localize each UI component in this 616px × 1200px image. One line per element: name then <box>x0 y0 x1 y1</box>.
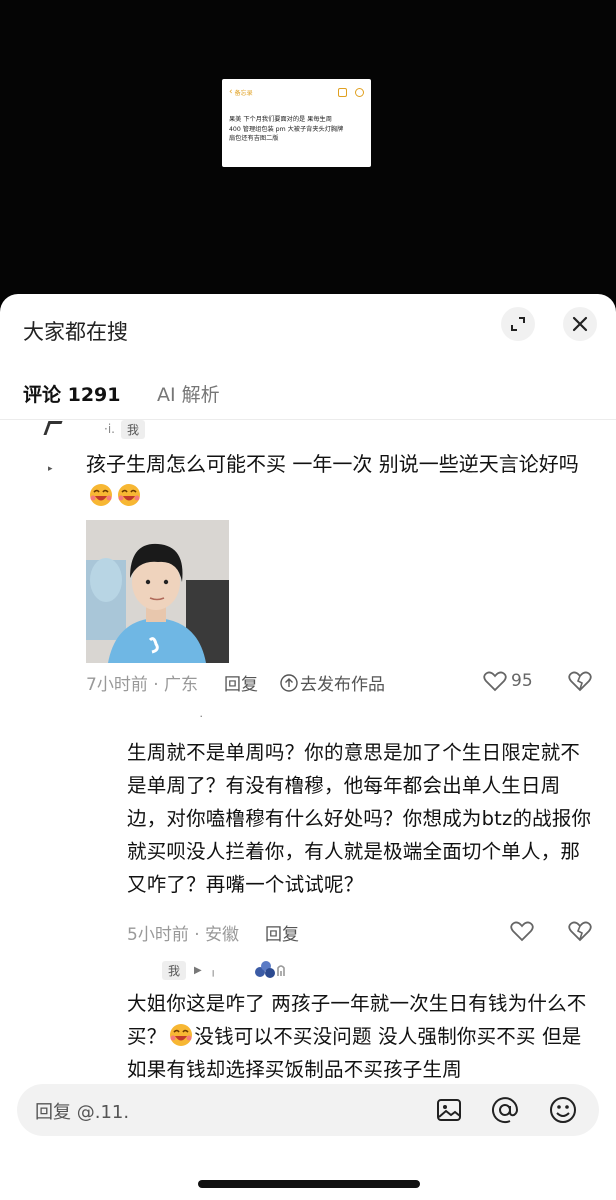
reply-button[interactable]: 回复 <box>224 670 258 695</box>
comment-header: 我 ▶ ╷ <box>162 960 288 980</box>
like-button[interactable]: 95 <box>483 670 533 692</box>
memo-screenshot: ‹ 备忘录 果美 下个月我们要面对的是 果每生周 400 管理组包装 pm 大被… <box>222 79 371 167</box>
home-indicator[interactable] <box>198 1180 420 1188</box>
comment-time: 5小时前 · 安徽 <box>127 925 240 945</box>
comment-text: 孩子生周怎么可能不买 一年一次 别说一些逆天言论好吗 <box>86 448 586 512</box>
emoji-icon[interactable] <box>549 1096 577 1124</box>
memo-back: ‹ 备忘录 <box>229 86 253 97</box>
dislike-button[interactable] <box>568 670 592 692</box>
upload-icon <box>280 673 298 692</box>
laughing-emoji-icon <box>116 483 142 507</box>
heart-icon <box>510 921 534 942</box>
reply-input-bar: 回复 @.11. <box>0 1084 616 1200</box>
comment-text: 生周就不是单周吗？你的意思是加了个生日限定就不是单周了？有没有橹穆，他每年都会出… <box>127 741 592 896</box>
comment-time: 7小时前 · 广东 <box>86 675 199 695</box>
reply-button[interactable]: 回复 <box>265 920 299 945</box>
tab-ai-analysis[interactable]: AI 解析 <box>157 380 220 407</box>
sheet-title[interactable]: 大家都在搜 <box>23 316 128 346</box>
comment-list: ·i. 我 ▸ 孩子生周怎么可能不买 一年一次 别说一些逆天言论好吗 7小时前 … <box>0 420 616 1084</box>
like-count: 95 <box>511 671 533 691</box>
me-badge: 我 <box>121 420 146 439</box>
comments-sheet: 大家都在搜 评论 1291 AI 解析 ·i. 我 ▸ 孩子生周怎么可能不买 一… <box>0 294 616 1200</box>
expand-button[interactable] <box>501 307 535 341</box>
expand-icon <box>511 317 525 331</box>
comment-image[interactable] <box>86 520 229 663</box>
reply-input-placeholder: 回复 @.11. <box>35 1102 130 1123</box>
memo-line: 400 管理组包装 pm 大被子背夹头灯胸牌 <box>229 125 344 133</box>
laughing-emoji-icon <box>168 1023 194 1047</box>
comment-meta: 7小时前 · 广东 回复 去发布作品 <box>86 670 385 695</box>
memo-line: 果美 下个月我们要面对的是 果每生周 <box>229 116 332 123</box>
reply-author-mark: ˙ <box>198 715 205 730</box>
broken-heart-icon <box>568 671 592 692</box>
bullet-mark: ▸ <box>48 464 53 474</box>
comment-body-b: 没钱可以不买没问题 没人强制你买不买 但是如果有钱却选择买饭制品不买孩子生周 <box>127 1025 582 1081</box>
like-button[interactable] <box>510 920 534 942</box>
reply-input[interactable]: 回复 @.11. <box>17 1084 599 1136</box>
broken-heart-icon <box>568 921 592 942</box>
publish-work-button[interactable]: 去发布作品 <box>280 670 385 695</box>
author-fragment: ╷ <box>209 963 217 977</box>
dislike-button[interactable] <box>568 920 592 942</box>
at-mention-icon[interactable] <box>491 1096 519 1124</box>
publish-label: 去发布作品 <box>300 675 386 695</box>
memo-line: 扇包还有吉图二版 <box>229 135 279 142</box>
chevron-left-icon: ‹ <box>229 86 233 97</box>
reply-arrow-icon: ▶ <box>194 964 202 976</box>
avatar[interactable] <box>43 420 78 435</box>
memo-back-label: 备忘录 <box>234 89 253 97</box>
tab-comments[interactable]: 评论 1291 <box>23 380 121 407</box>
tab-bar: 评论 1291 AI 解析 <box>0 374 616 420</box>
sheet-header: 大家都在搜 <box>0 294 616 364</box>
image-icon[interactable] <box>435 1096 463 1124</box>
comment-text: 大姐你这是咋了 两孩子一年就一次生日有钱为什么不买？ 没钱可以不买没问题 没人强… <box>127 987 597 1084</box>
laughing-emoji-icon <box>88 483 114 507</box>
comment-author[interactable]: ·i. <box>104 422 115 436</box>
comment-body: 孩子生周怎么可能不买 一年一次 别说一些逆天言论好吗 <box>86 452 579 476</box>
memo-text: 果美 下个月我们要面对的是 果每生周 400 管理组包装 pm 大被子背夹头灯胸… <box>229 115 364 144</box>
close-button[interactable] <box>563 307 597 341</box>
more-icon <box>355 87 364 97</box>
video-background: ‹ 备忘录 果美 下个月我们要面对的是 果每生周 400 管理组包装 pm 大被… <box>0 0 616 300</box>
heart-icon <box>483 671 507 692</box>
comment-meta: 5小时前 · 安徽 回复 <box>127 920 299 945</box>
blue-grapes-icon <box>254 960 288 980</box>
share-icon <box>338 87 347 97</box>
me-badge: 我 <box>162 960 187 980</box>
close-icon <box>572 316 588 332</box>
